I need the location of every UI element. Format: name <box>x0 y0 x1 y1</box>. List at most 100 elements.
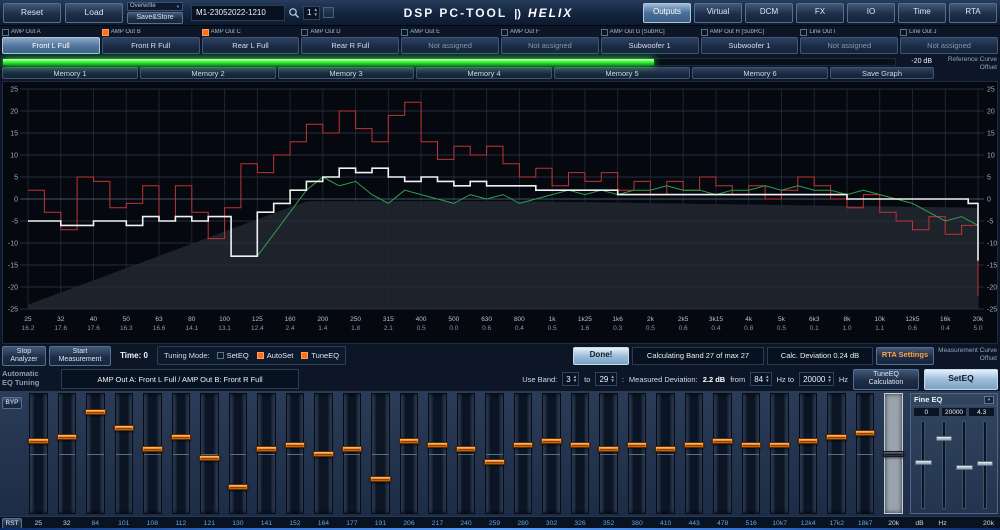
slider-handle[interactable] <box>370 476 391 482</box>
tuning-mode-seteq[interactable]: SetEQ <box>217 351 249 360</box>
eq-band-101[interactable] <box>112 392 137 515</box>
fine-slider-handle[interactable] <box>977 461 994 466</box>
freq-to-spinner[interactable]: 20000 ▲▼ <box>799 372 834 386</box>
slider-handle[interactable] <box>28 438 49 444</box>
slider-handle[interactable] <box>456 446 477 452</box>
channel-checkbox[interactable] <box>301 29 308 36</box>
eq-band-130[interactable] <box>226 392 251 515</box>
eq-band-240[interactable] <box>454 392 479 515</box>
slider-handle[interactable] <box>342 446 363 452</box>
slider-handle[interactable] <box>57 434 78 440</box>
channel-checkbox[interactable] <box>501 29 508 36</box>
tuning-mode-tuneeq[interactable]: TuneEQ <box>301 351 339 360</box>
eq-band-352[interactable] <box>596 392 621 515</box>
spinner-arrows-icon[interactable]: ▲▼ <box>313 8 317 17</box>
eq-band-280[interactable] <box>511 392 536 515</box>
eq-band-12k4[interactable] <box>796 392 821 515</box>
channel-checkbox[interactable] <box>601 29 608 36</box>
eq-band-20k[interactable] <box>881 392 906 515</box>
eq-band-478[interactable] <box>710 392 735 515</box>
slider-handle[interactable] <box>171 434 192 440</box>
mode-checkbox[interactable] <box>301 352 308 359</box>
band-from-spinner[interactable]: 3 ▲▼ <box>562 372 579 386</box>
eq-band-152[interactable] <box>283 392 308 515</box>
fine-eq-q-field[interactable]: 4.3 <box>968 407 995 417</box>
slider-handle[interactable] <box>427 442 448 448</box>
fine-eq-freq-field[interactable]: 20000 <box>941 407 968 417</box>
channel-assign-button[interactable]: Rear R Full <box>301 37 399 54</box>
slider-handle[interactable] <box>798 438 819 444</box>
freq-from-spinner[interactable]: 84 ▲▼ <box>750 372 771 386</box>
eq-band-443[interactable] <box>682 392 707 515</box>
slider-handle[interactable] <box>570 442 591 448</box>
mode-checkbox[interactable] <box>257 352 264 359</box>
eq-band-326[interactable] <box>568 392 593 515</box>
eq-band-141[interactable] <box>254 392 279 515</box>
slider-handle[interactable] <box>114 425 135 431</box>
channel-assign-button[interactable]: Subwoofer 1 <box>601 37 699 54</box>
memory-4-button[interactable]: Memory 4 <box>416 67 552 79</box>
slider-handle[interactable] <box>313 451 334 457</box>
load-button[interactable]: Load <box>65 3 123 23</box>
memory-2-button[interactable]: Memory 2 <box>140 67 276 79</box>
memory-5-button[interactable]: Memory 5 <box>554 67 690 79</box>
save-store-button[interactable]: Save&Store <box>127 12 183 24</box>
slider-handle[interactable] <box>627 442 648 448</box>
channel-assign-button[interactable]: Front L Full <box>2 37 100 54</box>
fine-eq-gain-field[interactable]: 0 <box>913 407 940 417</box>
spinner-arrows-icon[interactable]: ▲▼ <box>573 375 577 384</box>
memory-6-button[interactable]: Memory 6 <box>692 67 828 79</box>
spinner-arrows-icon[interactable]: ▲▼ <box>827 375 831 384</box>
fine-eq-slider[interactable] <box>954 419 975 511</box>
slider-handle[interactable] <box>855 430 876 436</box>
eq-band-380[interactable] <box>625 392 650 515</box>
slider-handle[interactable] <box>598 446 619 452</box>
channel-checkbox[interactable] <box>202 29 209 36</box>
fine-slider-handle[interactable] <box>956 465 973 470</box>
eq-band-191[interactable] <box>368 392 393 515</box>
eq-band-259[interactable] <box>482 392 507 515</box>
overwrite-dropdown[interactable]: Overwrite ▼ <box>127 2 183 11</box>
slider-handle[interactable] <box>883 451 904 457</box>
eq-band-302[interactable] <box>539 392 564 515</box>
slider-handle[interactable] <box>541 438 562 444</box>
slider-handle[interactable] <box>399 438 420 444</box>
slider-handle[interactable] <box>142 446 163 452</box>
slider-handle[interactable] <box>256 446 277 452</box>
eq-band-84[interactable] <box>83 392 108 515</box>
eq-band-18k7[interactable] <box>853 392 878 515</box>
channel-assign-button[interactable]: Rear L Full <box>202 37 300 54</box>
eq-band-121[interactable] <box>197 392 222 515</box>
memory-1-button[interactable]: Memory 1 <box>2 67 138 79</box>
fine-eq-slider[interactable] <box>913 419 934 511</box>
seteq-button[interactable]: SetEQ <box>924 369 998 390</box>
eq-band-516[interactable] <box>739 392 764 515</box>
reset-button[interactable]: Reset <box>3 3 61 23</box>
done-button[interactable]: Done! <box>573 347 629 365</box>
spinner-arrows-icon[interactable]: ▲▼ <box>610 375 614 384</box>
nav-fx-button[interactable]: FX <box>796 3 844 23</box>
channel-checkbox[interactable] <box>701 29 708 36</box>
band-to-spinner[interactable]: 29 ▲▼ <box>595 372 616 386</box>
slider-handle[interactable] <box>85 409 106 415</box>
channel-checkbox[interactable] <box>900 29 907 36</box>
nav-io-button[interactable]: IO <box>847 3 895 23</box>
channel-assign-button[interactable]: Not assigned <box>900 37 998 54</box>
device-icon[interactable] <box>323 7 334 18</box>
nav-outputs-button[interactable]: Outputs <box>643 3 691 23</box>
slider-handle[interactable] <box>199 455 220 461</box>
fine-slider-handle[interactable] <box>915 460 932 465</box>
slider-handle[interactable] <box>484 459 505 465</box>
eq-band-410[interactable] <box>653 392 678 515</box>
nav-dcm-button[interactable]: DCM <box>745 3 793 23</box>
eq-band-217[interactable] <box>425 392 450 515</box>
rta-graph[interactable]: 25252020151510105500-5-5-10-10-15-15-20-… <box>0 81 1000 344</box>
eq-band-164[interactable] <box>311 392 336 515</box>
eq-band-10k7[interactable] <box>767 392 792 515</box>
slider-handle[interactable] <box>285 442 306 448</box>
slider-handle[interactable] <box>655 446 676 452</box>
channel-checkbox[interactable] <box>2 29 9 36</box>
stop-analyzer-button[interactable]: Stop Analyzer <box>2 346 46 366</box>
tuning-mode-autoset[interactable]: AutoSet <box>257 351 294 360</box>
start-measurement-button[interactable]: Start Measurement <box>49 346 111 366</box>
